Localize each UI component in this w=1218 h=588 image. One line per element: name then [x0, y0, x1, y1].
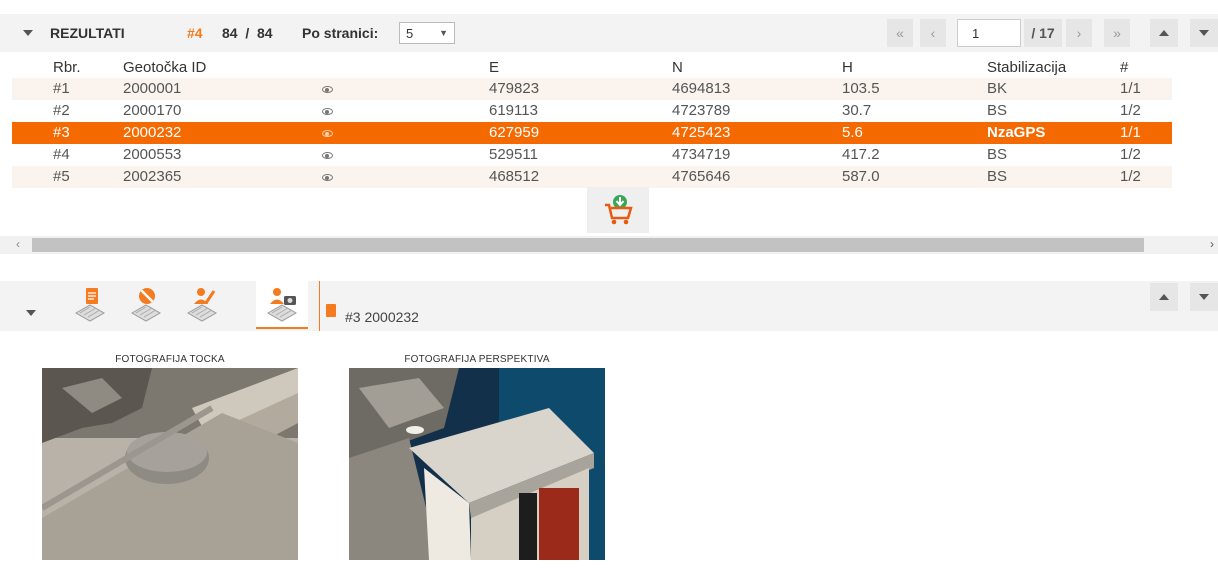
cell-rbr: #4: [53, 146, 70, 163]
scroll-right-arrow[interactable]: ›: [1210, 237, 1214, 251]
detail-move-down-button[interactable]: [1190, 283, 1218, 311]
eye-icon[interactable]: [322, 108, 333, 115]
detail-breadcrumb: #3 2000232: [345, 309, 419, 325]
collapse-results-button[interactable]: [14, 19, 42, 47]
cell-h: 417.2: [842, 146, 880, 163]
cell-rbr: #1: [53, 80, 70, 97]
detail-move-up-button[interactable]: [1150, 283, 1178, 311]
cell-e: 529511: [489, 146, 538, 163]
cell-geotocka-id: 2002365: [123, 168, 182, 185]
cell-stabilizacija: BS: [987, 168, 1008, 185]
dropdown-arrow-icon: ▼: [439, 28, 448, 38]
cell-count: 1/2: [1120, 146, 1141, 163]
eye-icon[interactable]: [322, 130, 333, 137]
chevron-down-icon: [23, 30, 33, 36]
prev-page-button[interactable]: ‹: [920, 19, 946, 47]
result-count: 84 / 84: [222, 25, 273, 41]
tab-photos[interactable]: [256, 281, 308, 329]
per-page-select[interactable]: 5 ▼: [399, 22, 455, 44]
cell-geotocka-id: 2000170: [123, 102, 182, 119]
cell-h: 5.6: [842, 124, 863, 141]
forbidden-map-icon: [130, 288, 162, 322]
cell-rbr: #5: [53, 168, 70, 185]
cell-e: 627959: [489, 124, 540, 141]
chevron-down-icon: [1199, 30, 1209, 36]
tab-restricted[interactable]: [120, 281, 172, 327]
column-header-h: H: [842, 59, 853, 76]
table-row[interactable]: #4 2000553 529511 4734719 417.2 BS 1/2: [12, 144, 1172, 166]
cell-rbr: #3: [53, 124, 70, 141]
camera-map-icon: [266, 288, 298, 322]
eye-icon[interactable]: [322, 86, 333, 93]
cell-n: 4765646: [672, 168, 731, 185]
cart-download-icon: [605, 195, 633, 225]
collapse-detail-button[interactable]: [17, 299, 45, 327]
chevron-up-icon: [1159, 294, 1169, 300]
cell-stabilizacija: BS: [987, 102, 1008, 119]
selected-record-number: #4: [187, 25, 203, 41]
page-total: / 17: [1024, 19, 1062, 47]
cell-stabilizacija: BK: [987, 80, 1008, 97]
column-header-geotocka-id: Geotočka ID: [123, 59, 207, 76]
chevron-down-icon: [1199, 294, 1209, 300]
tab-surveyor[interactable]: [176, 281, 228, 327]
scroll-left-arrow[interactable]: ‹: [16, 237, 20, 251]
table-row[interactable]: #5 2002365 468512 4765646 587.0 BS 1/2: [12, 166, 1172, 188]
per-page-value: 5: [406, 25, 414, 41]
cell-count: 1/1: [1120, 124, 1141, 141]
tab-divider: [319, 281, 320, 331]
next-page-button[interactable]: ›: [1066, 19, 1092, 47]
cell-count: 1/2: [1120, 168, 1141, 185]
photo-caption: FOTOGRAFIJA PERSPEKTIVA: [404, 354, 550, 365]
surveyor-map-icon: [186, 288, 218, 322]
cell-n: 4694813: [672, 80, 731, 97]
pillar-photo-image: [349, 368, 605, 560]
cell-e: 479823: [489, 80, 540, 97]
column-header-n: N: [672, 59, 683, 76]
document-icon: [326, 304, 336, 317]
cell-count: 1/2: [1120, 102, 1141, 119]
cell-geotocka-id: 2000232: [123, 124, 182, 141]
cell-stabilizacija: NzaGPS: [987, 124, 1046, 141]
column-header-count: #: [1120, 59, 1129, 76]
column-header-e: E: [489, 59, 500, 76]
eye-icon[interactable]: [322, 152, 333, 159]
column-header-stabilizacija: Stabilizacija: [987, 59, 1067, 76]
cell-h: 103.5: [842, 80, 880, 97]
table-row[interactable]: #2 2000170 619113 4723789 30.7 BS 1/2: [12, 100, 1172, 122]
eye-icon[interactable]: [322, 174, 333, 181]
table-row-selected[interactable]: #3 2000232 627959 4725423 5.6 NzaGPS 1/1: [12, 122, 1172, 144]
first-page-button[interactable]: «: [887, 19, 913, 47]
last-page-button[interactable]: »: [1104, 19, 1130, 47]
results-title: REZULTATI: [50, 25, 125, 41]
cell-h: 30.7: [842, 102, 872, 119]
cell-geotocka-id: 2000001: [123, 80, 182, 97]
cell-e: 468512: [489, 168, 540, 185]
column-header-rbr: Rbr.: [53, 59, 81, 76]
chevron-up-icon: [1159, 30, 1169, 36]
cell-e: 619113: [489, 102, 538, 119]
scrollbar-thumb[interactable]: [32, 238, 1144, 252]
point-photo[interactable]: [42, 368, 298, 560]
move-down-button[interactable]: [1190, 19, 1218, 47]
document-map-icon: [74, 288, 106, 322]
benchmark-photo-image: [42, 368, 298, 560]
move-up-button[interactable]: [1150, 19, 1178, 47]
cell-n: 4723789: [672, 102, 731, 119]
cell-stabilizacija: BS: [987, 146, 1008, 163]
page-number-input[interactable]: 1: [957, 19, 1021, 47]
table-row[interactable]: #1 2000001 479823 4694813 103.5 BK 1/1: [12, 78, 1172, 100]
photo-caption: FOTOGRAFIJA TOCKA: [115, 354, 225, 365]
chevron-down-icon: [26, 310, 36, 316]
perspective-photo[interactable]: [349, 368, 605, 560]
cell-geotocka-id: 2000553: [123, 146, 182, 163]
add-to-cart-button[interactable]: [587, 187, 649, 233]
per-page-label: Po stranici:: [302, 25, 379, 41]
cell-n: 4725423: [672, 124, 731, 141]
cell-count: 1/1: [1120, 80, 1141, 97]
cell-n: 4734719: [672, 146, 731, 163]
cell-rbr: #2: [53, 102, 70, 119]
tab-document[interactable]: [64, 281, 116, 327]
cell-h: 587.0: [842, 168, 880, 185]
